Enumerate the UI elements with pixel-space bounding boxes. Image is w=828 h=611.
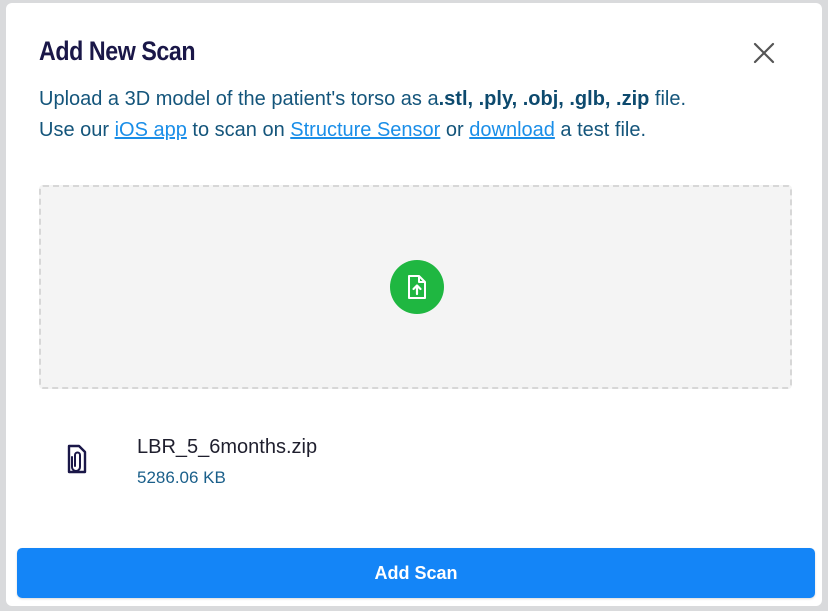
description-text: a test file. (554, 119, 647, 141)
download-link[interactable]: download (469, 119, 555, 141)
description-text: to scan on (186, 119, 291, 141)
paperclip-file-icon (64, 442, 90, 476)
description-line-1: Upload a 3D model of the patient's torso… (39, 84, 799, 115)
description-text: file. (649, 88, 687, 110)
dialog-title: Add New Scan (39, 36, 196, 66)
ios-app-link[interactable]: iOS app (115, 119, 187, 141)
file-dropzone[interactable] (39, 185, 792, 389)
add-scan-dialog: Add New Scan Upload a 3D model of the pa… (6, 3, 822, 606)
uploaded-file-name: LBR_5_6months.zip (137, 436, 318, 458)
description-line-2: Use our iOS app to scan on Structure Sen… (39, 115, 799, 146)
supported-formats: .stl, .ply, .obj, .glb, .zip (438, 88, 650, 110)
description-text: or (440, 119, 470, 141)
description-text: Upload a 3D model of the patient's torso… (39, 88, 439, 110)
file-upload-icon[interactable] (390, 260, 444, 314)
upload-description: Upload a 3D model of the patient's torso… (39, 84, 799, 146)
uploaded-file-size: 5286.06 KB (137, 468, 226, 487)
close-icon[interactable] (752, 41, 776, 65)
description-text: Use our (39, 119, 115, 141)
structure-sensor-link[interactable]: Structure Sensor (290, 119, 440, 141)
add-scan-button[interactable]: Add Scan (17, 548, 815, 598)
